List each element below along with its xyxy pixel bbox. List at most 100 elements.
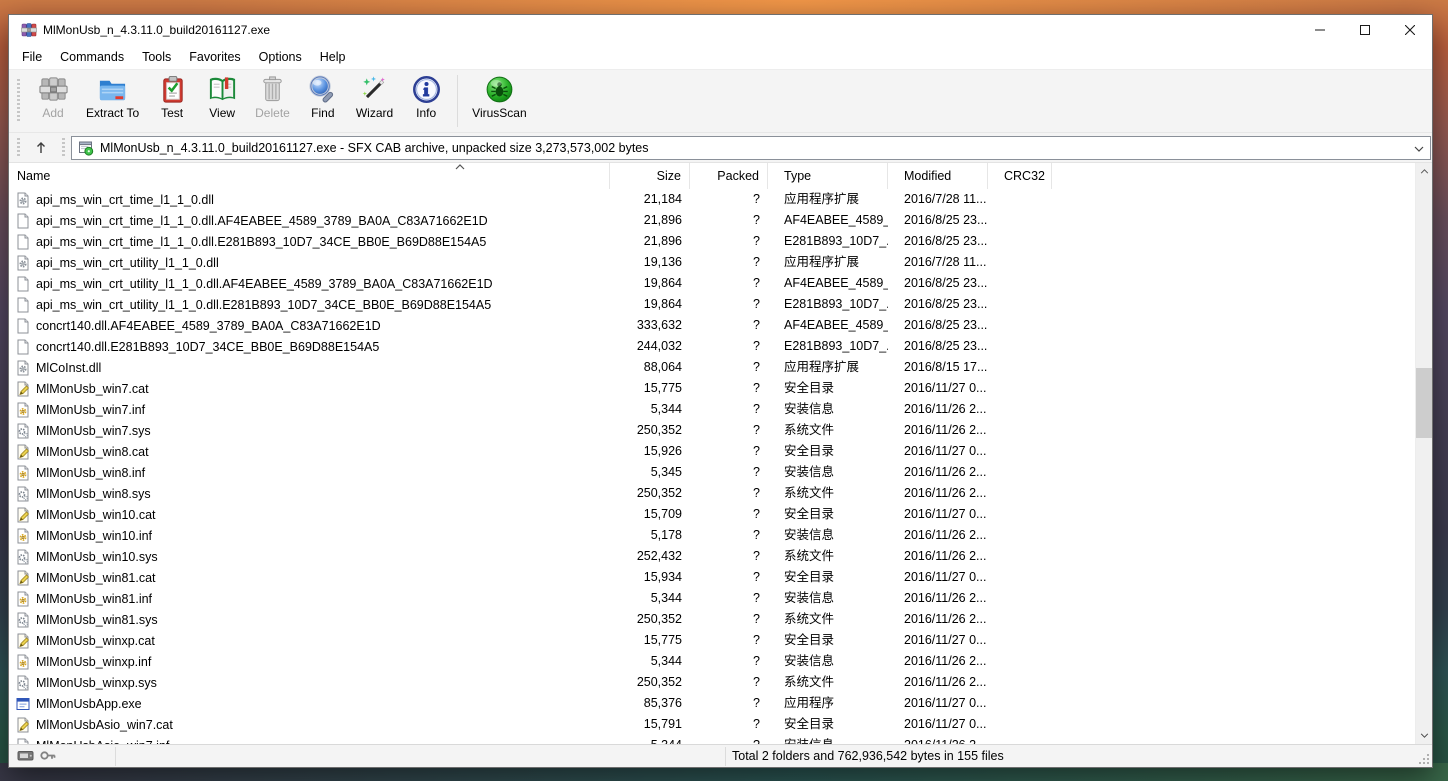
file-row[interactable]: MlMonUsbAsio_win7.inf5,344?安装信息2016/11/2… [9, 735, 1415, 744]
file-crc-cell [988, 462, 1052, 483]
file-size-cell: 15,926 [610, 441, 690, 462]
drive-info-icon[interactable] [17, 748, 35, 763]
status-total-text: Total 2 folders and 762,936,542 bytes in… [732, 749, 1004, 763]
resize-grip[interactable] [1418, 753, 1430, 765]
file-row[interactable]: MlMonUsb_win8.inf5,345?安装信息2016/11/26 2.… [9, 462, 1415, 483]
file-row[interactable]: MlMonUsb_win7.inf5,344?安装信息2016/11/26 2.… [9, 399, 1415, 420]
toolbar-extract-button[interactable]: Extract To [78, 72, 147, 130]
dropdown-arrow-icon[interactable] [1408, 139, 1424, 157]
inf-file-icon [15, 591, 31, 607]
file-size-cell: 21,896 [610, 231, 690, 252]
toolbar-button-label: View [209, 106, 235, 120]
key-icon[interactable] [39, 748, 57, 763]
file-row[interactable]: MlMonUsb_win10.cat15,709?安全目录2016/11/27 … [9, 504, 1415, 525]
file-name-cell: MlMonUsb_winxp.inf [9, 651, 610, 672]
file-row[interactable]: MlMonUsbAsio_win7.cat15,791?安全目录2016/11/… [9, 714, 1415, 735]
menu-item-file[interactable]: File [13, 47, 51, 67]
file-row[interactable]: MlMonUsb_win10.inf5,178?安装信息2016/11/26 2… [9, 525, 1415, 546]
file-row[interactable]: MlMonUsbApp.exe85,376?应用程序2016/11/27 0..… [9, 693, 1415, 714]
file-row[interactable]: MlMonUsb_win7.cat15,775?安全目录2016/11/27 0… [9, 378, 1415, 399]
toolbar-virusscan-button[interactable]: VirusScan [464, 72, 534, 130]
file-row[interactable]: MlMonUsb_win8.cat15,926?安全目录2016/11/27 0… [9, 441, 1415, 462]
column-header-filler [1052, 163, 1415, 189]
column-header-crc32[interactable]: CRC32 [988, 163, 1052, 189]
file-size-cell: 250,352 [610, 609, 690, 630]
scrollbar-thumb[interactable] [1416, 368, 1432, 438]
file-modified-cell: 2016/8/25 23... [888, 315, 988, 336]
file-row[interactable]: api_ms_win_crt_time_l1_1_0.dll.AF4EABEE_… [9, 210, 1415, 231]
maximize-button[interactable] [1342, 15, 1387, 45]
file-row[interactable]: MlMonUsb_win7.sys250,352?系统文件2016/11/26 … [9, 420, 1415, 441]
file-size-cell: 250,352 [610, 672, 690, 693]
scroll-up-arrow[interactable] [1416, 163, 1432, 180]
file-name-cell: MlMonUsb_win8.cat [9, 441, 610, 462]
column-header-packed[interactable]: Packed [690, 163, 768, 189]
file-modified-cell: 2016/11/26 2... [888, 483, 988, 504]
wizard-icon [359, 74, 390, 105]
file-row[interactable]: MlMonUsb_win81.inf5,344?安装信息2016/11/26 2… [9, 588, 1415, 609]
column-header-type[interactable]: Type [768, 163, 888, 189]
file-packed-cell: ? [690, 357, 768, 378]
file-packed-cell: ? [690, 483, 768, 504]
toolbar-find-button[interactable]: Find [298, 72, 348, 130]
file-packed-cell: ? [690, 609, 768, 630]
file-row[interactable]: api_ms_win_crt_time_l1_1_0.dll21,184?应用程… [9, 189, 1415, 210]
inf-file-icon [15, 528, 31, 544]
title-bar[interactable]: MlMonUsb_n_4.3.11.0_build20161127.exe [9, 15, 1432, 45]
add-icon [38, 74, 69, 105]
up-one-level-button[interactable] [26, 136, 56, 160]
column-header-name[interactable]: Name [9, 163, 610, 189]
row-filler [1052, 546, 1415, 567]
column-header-modified[interactable]: Modified [888, 163, 988, 189]
file-row[interactable]: api_ms_win_crt_utility_l1_1_0.dll.E281B8… [9, 294, 1415, 315]
vertical-scrollbar[interactable] [1415, 163, 1432, 744]
file-type-cell: E281B893_10D7_... [768, 294, 888, 315]
file-row[interactable]: concrt140.dll.E281B893_10D7_34CE_BB0E_B6… [9, 336, 1415, 357]
file-modified-cell: 2016/8/15 17... [888, 357, 988, 378]
file-name-cell: MlMonUsb_win7.sys [9, 420, 610, 441]
file-row[interactable]: MlMonUsb_win81.cat15,934?安全目录2016/11/27 … [9, 567, 1415, 588]
menu-item-tools[interactable]: Tools [133, 47, 180, 67]
file-row[interactable]: MlMonUsb_win10.sys252,432?系统文件2016/11/26… [9, 546, 1415, 567]
file-row[interactable]: MlMonUsb_win8.sys250,352?系统文件2016/11/26 … [9, 483, 1415, 504]
row-filler [1052, 231, 1415, 252]
file-row[interactable]: MlMonUsb_winxp.inf5,344?安装信息2016/11/26 2… [9, 651, 1415, 672]
file-modified-cell: 2016/11/27 0... [888, 714, 988, 735]
menu-item-help[interactable]: Help [311, 47, 355, 67]
minimize-button[interactable] [1297, 15, 1342, 45]
menu-item-commands[interactable]: Commands [51, 47, 133, 67]
toolbar-view-button[interactable]: View [197, 72, 247, 130]
file-modified-cell: 2016/11/26 2... [888, 546, 988, 567]
file-row[interactable]: MlMonUsb_winxp.cat15,775?安全目录2016/11/27 … [9, 630, 1415, 651]
file-modified-cell: 2016/11/26 2... [888, 462, 988, 483]
file-crc-cell [988, 357, 1052, 378]
sfx-archive-icon [78, 140, 94, 156]
file-row[interactable]: MlMonUsb_win81.sys250,352?系统文件2016/11/26… [9, 609, 1415, 630]
file-packed-cell: ? [690, 546, 768, 567]
toolbar-test-button[interactable]: Test [147, 72, 197, 130]
file-row[interactable]: api_ms_win_crt_utility_l1_1_0.dll19,136?… [9, 252, 1415, 273]
file-crc-cell [988, 714, 1052, 735]
file-name-cell: MlMonUsb_win81.inf [9, 588, 610, 609]
archive-path-combobox[interactable]: MlMonUsb_n_4.3.11.0_build20161127.exe - … [71, 136, 1431, 160]
cat-file-icon [15, 717, 31, 733]
column-header-size[interactable]: Size [610, 163, 690, 189]
file-row[interactable]: MlMonUsb_winxp.sys250,352?系统文件2016/11/26… [9, 672, 1415, 693]
toolbar-info-button[interactable]: Info [401, 72, 451, 130]
menu-item-options[interactable]: Options [250, 47, 311, 67]
file-row[interactable]: api_ms_win_crt_time_l1_1_0.dll.E281B893_… [9, 231, 1415, 252]
file-type-cell: E281B893_10D7_... [768, 231, 888, 252]
toolbar-button-label: VirusScan [472, 106, 526, 120]
file-row[interactable]: concrt140.dll.AF4EABEE_4589_3789_BA0A_C8… [9, 315, 1415, 336]
menu-item-favorites[interactable]: Favorites [180, 47, 249, 67]
file-row[interactable]: MlCoInst.dll88,064?应用程序扩展2016/8/15 17... [9, 357, 1415, 378]
scroll-down-arrow[interactable] [1416, 727, 1432, 744]
close-button[interactable] [1387, 15, 1432, 45]
window-title: MlMonUsb_n_4.3.11.0_build20161127.exe [43, 23, 270, 37]
file-type-cell: 安装信息 [768, 525, 888, 546]
file-type-cell: 系统文件 [768, 546, 888, 567]
file-type-cell: AF4EABEE_4589_... [768, 210, 888, 231]
file-row[interactable]: api_ms_win_crt_utility_l1_1_0.dll.AF4EAB… [9, 273, 1415, 294]
toolbar-wizard-button[interactable]: Wizard [348, 72, 401, 130]
file-name-cell: api_ms_win_crt_time_l1_1_0.dll.AF4EABEE_… [9, 210, 610, 231]
